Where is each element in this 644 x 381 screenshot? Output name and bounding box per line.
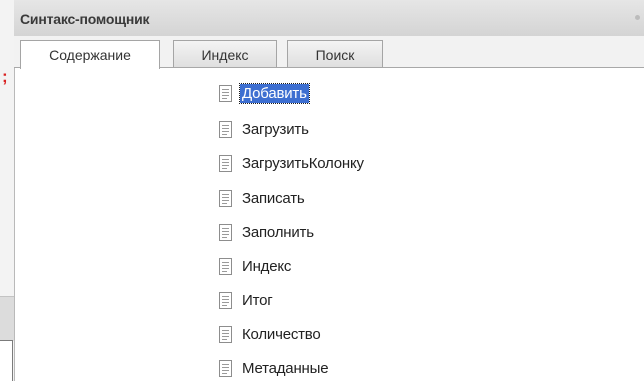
document-icon: [219, 359, 232, 377]
document-icon: [219, 325, 232, 343]
background-code-fragment: ;: [2, 67, 8, 86]
background-window-strip: ;: [0, 0, 14, 381]
document-icon: [219, 257, 232, 275]
list-item[interactable]: Загрузить: [219, 117, 311, 141]
tab-index-label: Индекс: [201, 46, 249, 63]
contents-tree: Добавить Загрузить ЗагрузитьКолонку Запи…: [14, 68, 644, 381]
document-icon: [219, 120, 232, 138]
document-icon: [219, 189, 232, 207]
list-item-label: Записать: [242, 189, 305, 207]
tab-contents[interactable]: Содержание: [20, 40, 160, 69]
list-item-label: Индекс: [242, 257, 292, 275]
document-icon: [219, 84, 232, 102]
list-item-label: Итог: [242, 291, 273, 309]
tab-contents-label: Содержание: [49, 47, 131, 63]
list-item[interactable]: Количество: [219, 322, 323, 346]
panel-title: Синтакс-помощник: [20, 11, 150, 27]
list-item-label: ЗагрузитьКолонку: [242, 154, 364, 172]
tab-index[interactable]: Индекс: [173, 40, 277, 68]
tab-bar: Содержание Индекс Поиск: [14, 36, 644, 69]
list-item[interactable]: Индекс: [219, 254, 293, 278]
list-item[interactable]: ЗагрузитьКолонку: [219, 151, 366, 175]
tab-search-label: Поиск: [315, 46, 355, 63]
list-item-label: Добавить: [239, 82, 310, 104]
panel-menu-icon[interactable]: [635, 15, 640, 20]
list-item-label: Заполнить: [242, 223, 314, 241]
syntax-helper-panel: Синтакс-помощник Содержание Индекс Поиск: [14, 0, 644, 381]
list-item-label: Метаданные: [242, 359, 329, 377]
document-icon: [219, 154, 232, 172]
list-item[interactable]: Итог: [219, 288, 275, 312]
document-icon: [219, 223, 232, 241]
document-icon: [219, 291, 232, 309]
screen: ; Синтакс-помощник Содержание Индекс Пои…: [0, 0, 644, 381]
list-item[interactable]: Заполнить: [219, 220, 316, 244]
list-item-label: Загрузить: [242, 120, 309, 138]
background-field: [0, 340, 13, 381]
panel-title-bar[interactable]: Синтакс-помощник: [14, 0, 644, 36]
tab-search[interactable]: Поиск: [287, 40, 383, 68]
list-item-label: Количество: [242, 325, 321, 343]
background-scrollbar: [0, 296, 14, 341]
list-item[interactable]: Метаданные: [219, 356, 330, 380]
list-item[interactable]: Добавить: [219, 81, 310, 105]
list-item[interactable]: Записать: [219, 186, 307, 210]
